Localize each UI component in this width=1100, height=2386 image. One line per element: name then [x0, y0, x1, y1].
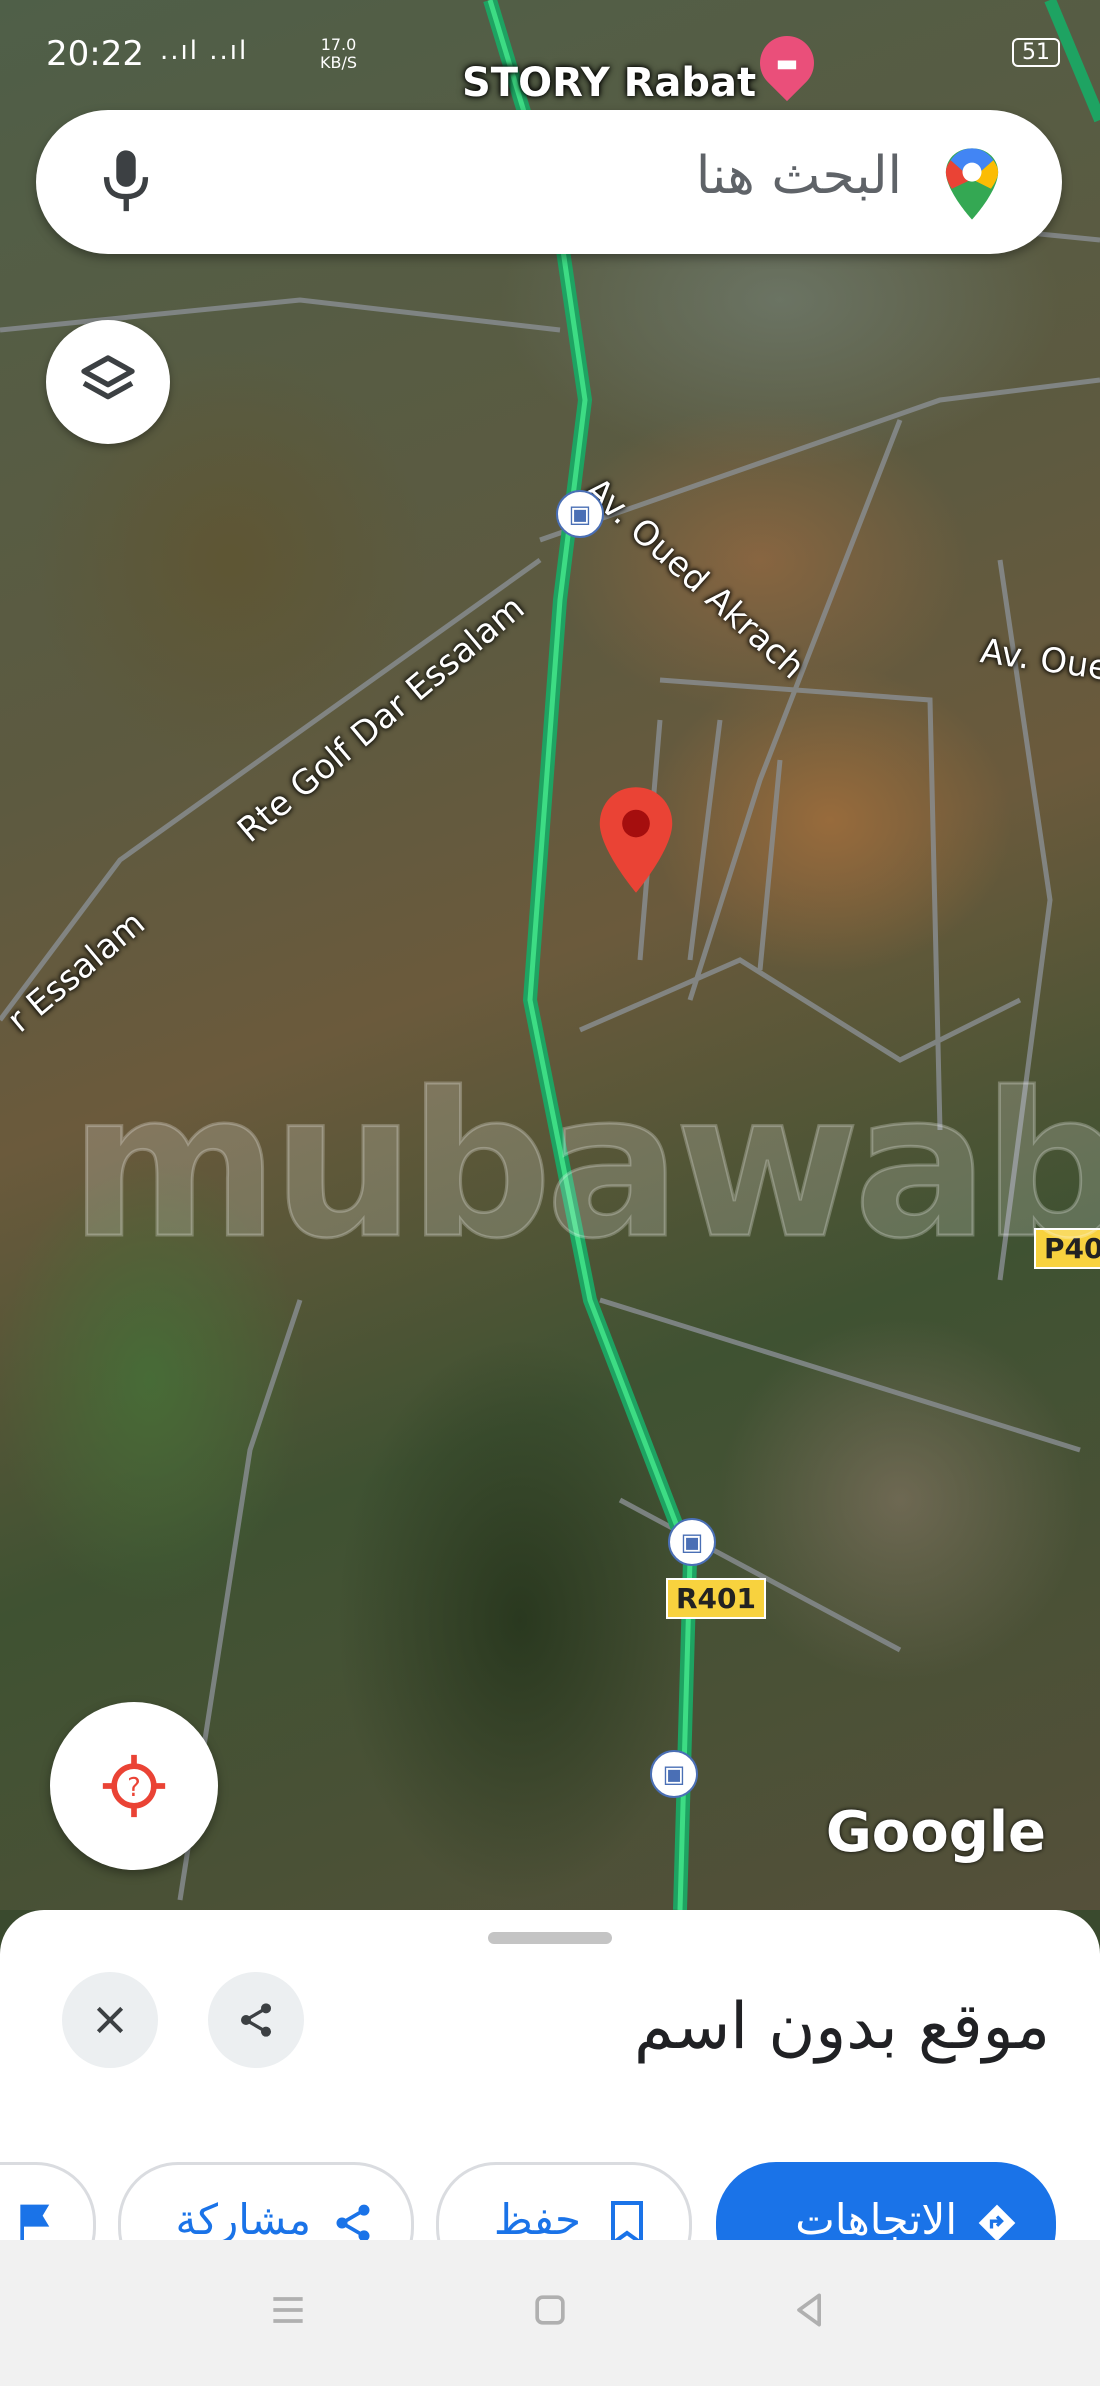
directions-button[interactable]: الاتجاهات	[716, 2162, 1056, 2240]
google-attribution: Google	[825, 1800, 1046, 1865]
layers-button[interactable]	[46, 320, 170, 444]
system-nav-bar	[0, 2240, 1100, 2386]
my-location-button[interactable]: ?	[50, 1702, 218, 1870]
poi-label[interactable]: STORY Rabat	[462, 60, 756, 106]
close-button[interactable]	[62, 1972, 158, 2068]
location-pin-icon[interactable]	[596, 784, 676, 896]
battery-icon: 51	[1012, 38, 1060, 67]
search-input[interactable]: البحث هنا	[696, 146, 902, 206]
search-bar[interactable]: البحث هنا	[36, 110, 1062, 254]
google-maps-logo-icon	[945, 148, 999, 220]
bus-stop-icon[interactable]: ▣	[650, 1750, 698, 1798]
mic-icon[interactable]	[96, 148, 156, 216]
label-button[interactable]	[0, 2162, 96, 2240]
location-unknown-icon: ?	[102, 1754, 166, 1818]
home-icon[interactable]	[528, 2288, 572, 2332]
sheet-handle[interactable]	[488, 1932, 612, 1944]
share-label: مشاركة	[175, 2195, 311, 2240]
save-label: حفظ	[493, 2195, 581, 2240]
bookmark-icon	[611, 2201, 643, 2240]
share-icon	[336, 2204, 370, 2240]
directions-icon	[978, 2204, 1016, 2240]
bus-stop-icon[interactable]: ▣	[668, 1518, 716, 1566]
back-icon[interactable]	[788, 2288, 832, 2332]
close-icon	[96, 2006, 124, 2034]
share-icon-button[interactable]	[208, 1972, 304, 2068]
watermark: mubawab	[69, 1049, 1100, 1285]
route-shield: R401	[666, 1578, 767, 1619]
share-button[interactable]: مشاركة	[118, 2162, 414, 2240]
map-roads	[0, 0, 1100, 1910]
layers-icon	[81, 355, 135, 400]
directions-label: الاتجاهات	[795, 2195, 957, 2240]
menu-icon[interactable]	[266, 2288, 310, 2332]
svg-text:?: ?	[127, 1773, 141, 1803]
map-view[interactable]	[0, 0, 1100, 1910]
bus-stop-icon[interactable]: ▣	[556, 490, 604, 538]
save-button[interactable]: حفظ	[436, 2162, 692, 2240]
network-speed: 17.0 KB/S	[320, 35, 358, 72]
place-sheet[interactable]: موقع بدون اسم الاتجاهات حفظ مشاركة	[0, 1910, 1100, 2240]
place-title: موقع بدون اسم	[634, 1990, 1050, 2064]
share-icon	[241, 2003, 271, 2037]
flag-icon	[20, 2204, 50, 2240]
hotel-icon[interactable]: ▬	[748, 24, 826, 102]
status-time: 20:22	[46, 34, 144, 74]
signal-icon: ..ıl ..ıl	[160, 36, 249, 66]
